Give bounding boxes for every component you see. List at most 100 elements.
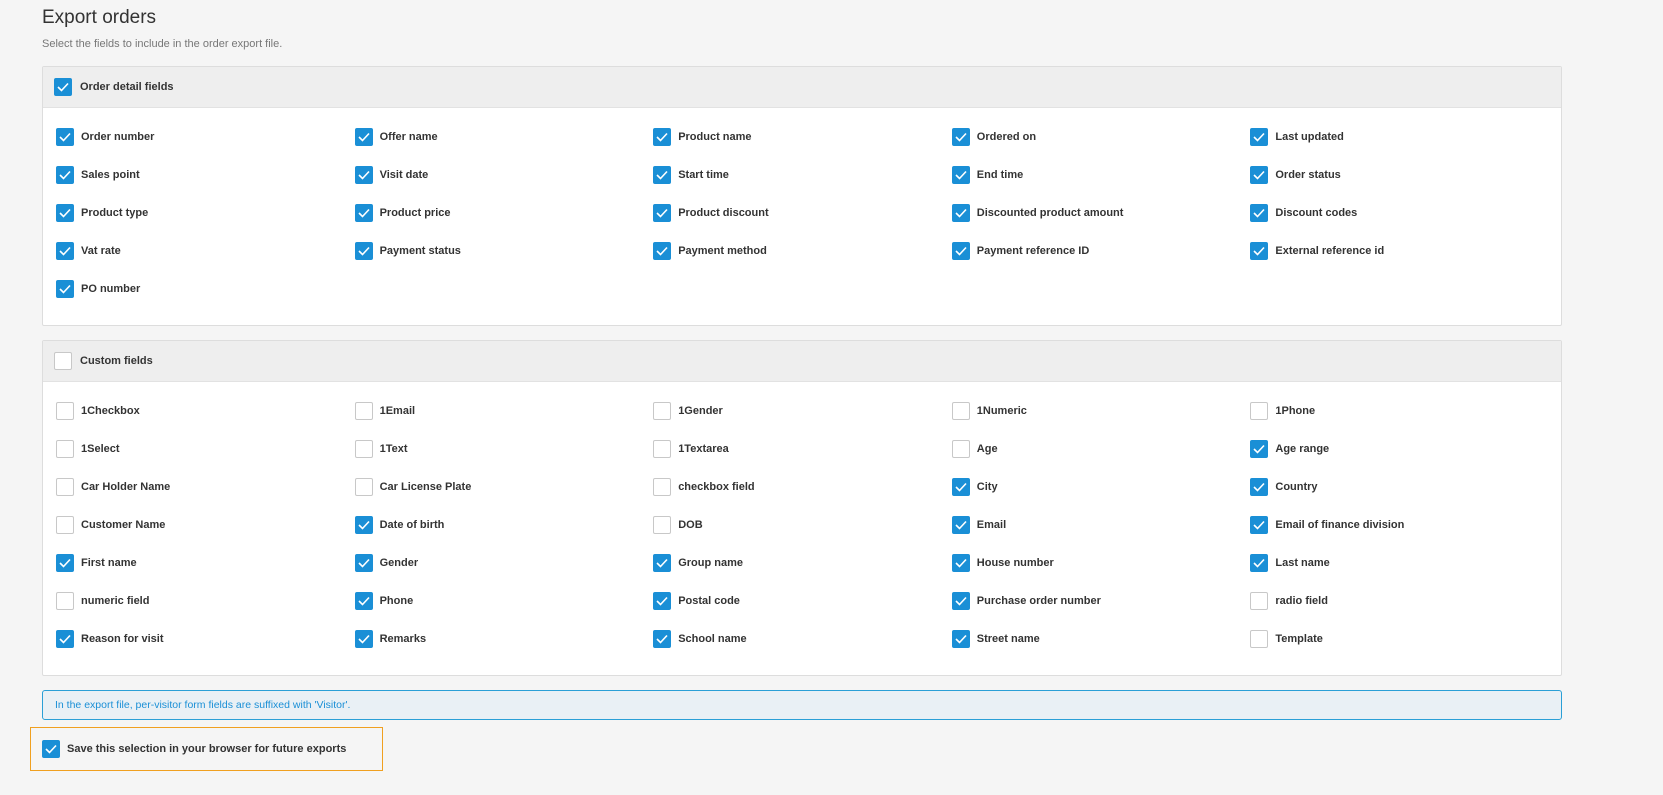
custom-field-checkbox[interactable] <box>1250 440 1269 458</box>
custom-field-checkbox[interactable] <box>354 592 373 610</box>
order-field-checkbox[interactable] <box>1250 204 1269 222</box>
custom-field-item[interactable]: Purchase order number <box>951 582 1251 620</box>
custom-field-item[interactable]: Street name <box>951 620 1251 658</box>
order-field-checkbox[interactable] <box>56 280 74 298</box>
custom-field-item[interactable]: 1Gender <box>653 392 952 430</box>
order-field-checkbox[interactable] <box>56 166 74 184</box>
custom-field-checkbox[interactable] <box>653 478 672 496</box>
order-field-checkbox[interactable] <box>354 128 373 146</box>
order-field-checkbox[interactable] <box>951 204 970 222</box>
custom-field-checkbox[interactable] <box>951 516 970 534</box>
custom-field-item[interactable]: Car License Plate <box>354 468 654 506</box>
order-field-item[interactable]: External reference id <box>1250 232 1549 270</box>
custom-field-item[interactable]: Group name <box>653 544 952 582</box>
custom-field-item[interactable]: Email of finance division <box>1250 506 1549 544</box>
custom-fields-select-all-checkbox[interactable] <box>54 352 72 370</box>
custom-field-checkbox[interactable] <box>951 554 970 572</box>
custom-field-item[interactable]: Reason for visit <box>56 620 355 658</box>
save-selection-option[interactable]: Save this selection in your browser for … <box>30 727 383 771</box>
custom-field-checkbox[interactable] <box>56 592 74 610</box>
custom-field-item[interactable]: 1Checkbox <box>56 392 355 430</box>
custom-field-checkbox[interactable] <box>1250 630 1269 648</box>
custom-field-checkbox[interactable] <box>951 478 970 496</box>
custom-field-item[interactable]: radio field <box>1250 582 1549 620</box>
custom-field-checkbox[interactable] <box>354 630 373 648</box>
custom-field-item[interactable]: Gender <box>354 544 654 582</box>
order-field-checkbox[interactable] <box>653 166 672 184</box>
order-field-item[interactable]: Product type <box>56 194 355 232</box>
custom-field-checkbox[interactable] <box>653 630 672 648</box>
order-field-item[interactable]: Order status <box>1250 156 1549 194</box>
order-field-checkbox[interactable] <box>354 204 373 222</box>
custom-field-checkbox[interactable] <box>951 592 970 610</box>
custom-field-item[interactable]: School name <box>653 620 952 658</box>
custom-field-checkbox[interactable] <box>354 402 373 420</box>
order-field-item[interactable]: Payment method <box>653 232 952 270</box>
custom-field-item[interactable]: Template <box>1250 620 1549 658</box>
order-field-item[interactable]: Product discount <box>653 194 952 232</box>
custom-field-checkbox[interactable] <box>354 516 373 534</box>
custom-fields-header[interactable]: Custom fields <box>43 341 1561 382</box>
custom-field-item[interactable]: First name <box>56 544 355 582</box>
order-field-checkbox[interactable] <box>951 166 970 184</box>
custom-field-item[interactable]: Age <box>951 430 1251 468</box>
order-field-checkbox[interactable] <box>354 242 373 260</box>
custom-field-item[interactable]: 1Phone <box>1250 392 1549 430</box>
custom-field-item[interactable]: Phone <box>354 582 654 620</box>
order-field-item[interactable]: Discount codes <box>1250 194 1549 232</box>
order-field-checkbox[interactable] <box>653 128 672 146</box>
order-field-checkbox[interactable] <box>56 242 74 260</box>
custom-field-item[interactable]: Last name <box>1250 544 1549 582</box>
custom-field-checkbox[interactable] <box>56 516 74 534</box>
order-field-checkbox[interactable] <box>653 204 672 222</box>
order-field-checkbox[interactable] <box>1250 166 1269 184</box>
order-field-item[interactable]: Ordered on <box>951 118 1251 156</box>
custom-field-checkbox[interactable] <box>1250 516 1269 534</box>
custom-field-item[interactable]: 1Numeric <box>951 392 1251 430</box>
order-field-item[interactable]: Payment status <box>354 232 654 270</box>
order-field-item[interactable]: PO number <box>56 270 355 308</box>
custom-field-checkbox[interactable] <box>354 554 373 572</box>
order-field-checkbox[interactable] <box>951 128 970 146</box>
custom-field-item[interactable]: 1Text <box>354 430 654 468</box>
custom-field-item[interactable]: Car Holder Name <box>56 468 355 506</box>
order-field-item[interactable]: Start time <box>653 156 952 194</box>
custom-field-checkbox[interactable] <box>951 402 970 420</box>
custom-field-item[interactable]: Country <box>1250 468 1549 506</box>
custom-field-checkbox[interactable] <box>653 440 672 458</box>
order-field-item[interactable]: Vat rate <box>56 232 355 270</box>
custom-field-item[interactable]: 1Email <box>354 392 654 430</box>
order-field-item[interactable]: Product price <box>354 194 654 232</box>
custom-field-item[interactable]: Postal code <box>653 582 952 620</box>
custom-field-checkbox[interactable] <box>653 402 672 420</box>
order-field-checkbox[interactable] <box>56 128 74 146</box>
custom-field-item[interactable]: Customer Name <box>56 506 355 544</box>
custom-field-item[interactable]: Remarks <box>354 620 654 658</box>
custom-field-item[interactable]: DOB <box>653 506 952 544</box>
custom-field-checkbox[interactable] <box>653 592 672 610</box>
order-field-item[interactable]: Order number <box>56 118 355 156</box>
order-field-checkbox[interactable] <box>653 242 672 260</box>
order-detail-select-all-checkbox[interactable] <box>54 78 72 96</box>
custom-field-checkbox[interactable] <box>1250 402 1269 420</box>
custom-field-item[interactable]: 1Textarea <box>653 430 952 468</box>
custom-field-checkbox[interactable] <box>56 478 74 496</box>
order-field-item[interactable]: Last updated <box>1250 118 1549 156</box>
order-field-item[interactable]: Product name <box>653 118 952 156</box>
custom-field-checkbox[interactable] <box>354 440 373 458</box>
order-field-checkbox[interactable] <box>354 166 373 184</box>
order-field-checkbox[interactable] <box>1250 242 1269 260</box>
order-field-item[interactable]: Offer name <box>354 118 654 156</box>
custom-field-checkbox[interactable] <box>56 440 74 458</box>
custom-field-checkbox[interactable] <box>653 516 672 534</box>
order-field-checkbox[interactable] <box>1250 128 1269 146</box>
custom-field-checkbox[interactable] <box>1250 554 1269 572</box>
custom-field-checkbox[interactable] <box>951 630 970 648</box>
custom-field-checkbox[interactable] <box>653 554 672 572</box>
order-detail-header[interactable]: Order detail fields <box>43 67 1561 108</box>
order-field-item[interactable]: Visit date <box>354 156 654 194</box>
order-field-checkbox[interactable] <box>951 242 970 260</box>
custom-field-item[interactable]: Date of birth <box>354 506 654 544</box>
custom-field-item[interactable]: checkbox field <box>653 468 952 506</box>
custom-field-checkbox[interactable] <box>1250 592 1269 610</box>
